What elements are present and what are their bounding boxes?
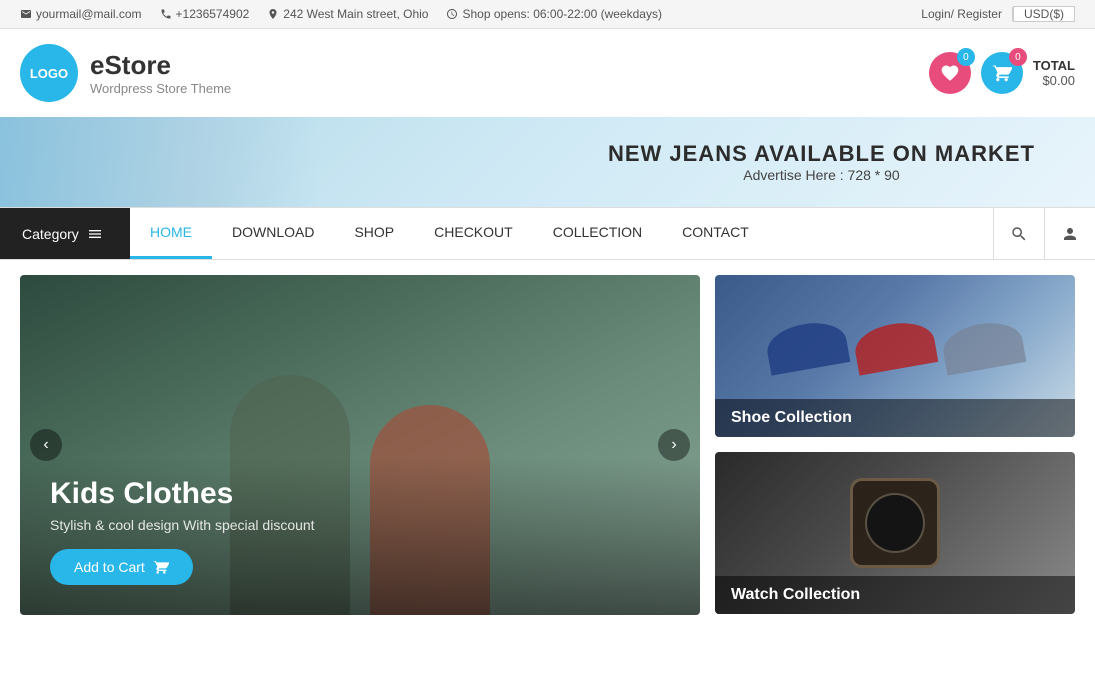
navbar: Category HOME DOWNLOAD SHOP CHECKOUT COL… [0, 207, 1095, 260]
header: LOGO eStore Wordpress Store Theme 0 0 TO… [0, 29, 1095, 117]
logo-area: LOGO eStore Wordpress Store Theme [20, 44, 231, 102]
watch-image [725, 462, 1065, 584]
nav-home[interactable]: HOME [130, 208, 212, 259]
shoe-gray [940, 317, 1027, 375]
header-right: 0 0 TOTAL $0.00 [929, 52, 1075, 94]
right-panels: Shoe Collection Watch Collection [715, 275, 1075, 615]
shoe-panel[interactable]: Shoe Collection [715, 275, 1075, 437]
nav-links: HOME DOWNLOAD SHOP CHECKOUT COLLECTION C… [130, 208, 993, 259]
watch-panel[interactable]: Watch Collection [715, 452, 1075, 614]
topbar-hours: Shop opens: 06:00-22:00 (weekdays) [446, 7, 661, 21]
store-info: eStore Wordpress Store Theme [90, 50, 231, 96]
banner-title: NEW JEANS AVAILABLE ON MARKET [608, 141, 1035, 167]
nav-contact[interactable]: CONTACT [662, 208, 769, 259]
watch-dial [865, 493, 925, 553]
currency-selector[interactable]: USD($) [1013, 6, 1075, 22]
nav-collection[interactable]: COLLECTION [533, 208, 662, 259]
cart-badge: 0 [1009, 48, 1027, 66]
logo[interactable]: LOGO [20, 44, 78, 102]
category-button[interactable]: Category [0, 208, 130, 259]
topbar-phone: +1236574902 [160, 7, 250, 21]
slider-overlay: Kids Clothes Stylish & cool design With … [20, 457, 700, 615]
topbar-email: yourmail@mail.com [20, 7, 142, 21]
wishlist-badge: 0 [957, 48, 975, 66]
add-to-cart-button[interactable]: Add to Cart [50, 549, 193, 585]
nav-download[interactable]: DOWNLOAD [212, 208, 334, 259]
cart-button[interactable]: 0 [981, 52, 1023, 94]
slider: ‹ › Kids Clothes Stylish & cool design W… [20, 275, 700, 615]
banner: NEW JEANS AVAILABLE ON MARKET Advertise … [0, 117, 1095, 207]
user-button[interactable] [1044, 208, 1095, 259]
shoe-blue [764, 317, 851, 375]
main-content: ‹ › Kids Clothes Stylish & cool design W… [0, 260, 1095, 630]
banner-subtitle: Advertise Here : 728 * 90 [608, 167, 1035, 183]
shoe-panel-label: Shoe Collection [715, 399, 1075, 437]
banner-image [0, 117, 320, 207]
nav-icons [993, 208, 1095, 259]
store-tagline: Wordpress Store Theme [90, 81, 231, 96]
shoe-image [725, 285, 1065, 407]
topbar-left: yourmail@mail.com +1236574902 242 West M… [20, 7, 662, 21]
category-label: Category [22, 226, 79, 242]
banner-text: NEW JEANS AVAILABLE ON MARKET Advertise … [608, 141, 1035, 183]
nav-shop[interactable]: SHOP [334, 208, 414, 259]
watch-face [850, 478, 940, 568]
search-button[interactable] [993, 208, 1044, 259]
login-register-link[interactable]: Login/ Register [911, 7, 1013, 21]
total-area: TOTAL $0.00 [1033, 58, 1075, 88]
nav-checkout[interactable]: CHECKOUT [414, 208, 533, 259]
watch-panel-label: Watch Collection [715, 576, 1075, 614]
total-amount: $0.00 [1033, 73, 1075, 88]
topbar-address: 242 West Main street, Ohio [267, 7, 428, 21]
topbar: yourmail@mail.com +1236574902 242 West M… [0, 0, 1095, 29]
store-name: eStore [90, 50, 231, 81]
topbar-right: Login/ Register USD($) [911, 6, 1075, 22]
slide-subtitle: Stylish & cool design With special disco… [50, 517, 670, 533]
shoe-red [852, 317, 939, 375]
wishlist-button[interactable]: 0 [929, 52, 971, 94]
total-label: TOTAL [1033, 58, 1075, 73]
slide-title: Kids Clothes [50, 477, 670, 511]
